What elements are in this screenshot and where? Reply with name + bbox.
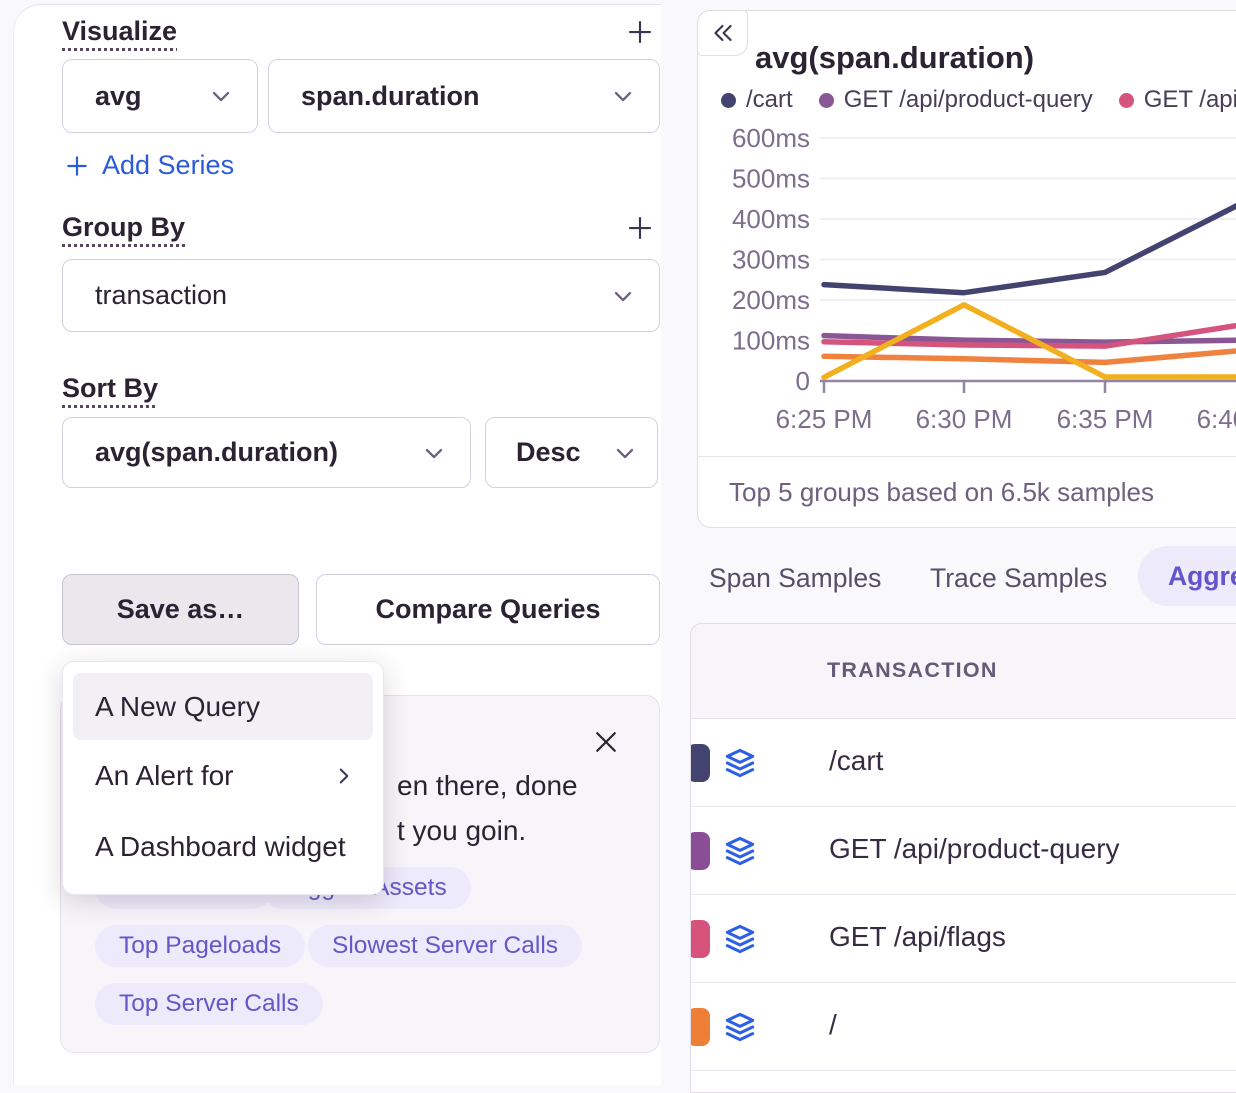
plus-icon — [625, 213, 655, 243]
svg-text:6:25 PM: 6:25 PM — [776, 404, 873, 434]
chevron-down-icon — [207, 82, 235, 110]
dismiss-panel-button[interactable] — [588, 724, 624, 760]
svg-text:200ms: 200ms — [732, 285, 810, 315]
group-by-heading: Group By — [62, 212, 185, 243]
transaction-cell[interactable]: GET /api/product-query — [829, 833, 1120, 865]
chevron-down-icon — [611, 439, 639, 467]
menu-item-new-query[interactable]: A New Query — [73, 673, 373, 740]
explore-spans-page: { "colors": { "accent_purple": "#6355cb"… — [0, 0, 1236, 1084]
svg-text:300ms: 300ms — [732, 245, 810, 275]
svg-text:6:35 PM: 6:35 PM — [1057, 404, 1154, 434]
legend-dot — [1119, 93, 1134, 108]
layers-icon — [724, 1011, 756, 1043]
compare-queries-label: Compare Queries — [375, 594, 600, 625]
double-chevron-left-icon — [709, 19, 737, 47]
save-as-button[interactable]: Save as… — [62, 574, 299, 645]
menu-item-label: A New Query — [95, 691, 260, 723]
sort-by-heading: Sort By — [62, 373, 158, 404]
suggested-query-pill[interactable]: Top Server Calls — [95, 983, 323, 1025]
table-row[interactable]: /cart — [691, 719, 1236, 807]
svg-text:6:40 PM: 6:40 PM — [1197, 404, 1236, 434]
promo-text-line1: en there, done — [397, 770, 578, 802]
aggregates-table: TRANSACTION /cart GET /api/product-query… — [690, 623, 1236, 1093]
chart-plot[interactable]: 600ms 500ms 400ms 300ms 200ms 100ms 0 6:25 PM 6:… — [697, 115, 1236, 445]
table-row[interactable]: / — [691, 983, 1236, 1071]
visualize-heading: Visualize — [62, 16, 177, 47]
svg-text:400ms: 400ms — [732, 204, 810, 234]
chevron-down-icon — [609, 282, 637, 310]
tab-aggregates-label: Aggregates — [1168, 561, 1236, 592]
field-select[interactable]: span.duration — [268, 59, 660, 133]
suggested-query-pill[interactable]: Top Pageloads — [95, 925, 305, 967]
svg-text:500ms: 500ms — [732, 164, 810, 194]
layers-icon — [724, 923, 756, 955]
tab-span-samples[interactable]: Span Samples — [709, 563, 881, 594]
legend-dot — [721, 93, 736, 108]
group-by-select-value: transaction — [95, 280, 227, 311]
svg-text:600ms: 600ms — [732, 123, 810, 153]
plus-icon — [625, 17, 655, 47]
svg-text:0: 0 — [796, 366, 810, 396]
sort-field-select[interactable]: avg(span.duration) — [62, 417, 471, 488]
field-select-value: span.duration — [301, 81, 480, 112]
chevron-right-icon — [331, 763, 357, 789]
table-row[interactable]: GET /api/product-query — [691, 807, 1236, 895]
series-color-bar — [690, 832, 710, 870]
svg-text:100ms: 100ms — [732, 326, 810, 356]
legend-item[interactable]: /cart — [721, 86, 793, 114]
save-as-label: Save as… — [117, 594, 245, 625]
add-group-by-button[interactable] — [622, 210, 658, 246]
chart-footer-text: Top 5 groups based on 6.5k samples — [729, 477, 1154, 508]
legend-label: /cart — [746, 86, 793, 114]
menu-item-label: A Dashboard widget — [95, 831, 346, 863]
series-color-bar — [690, 744, 710, 782]
column-header-transaction[interactable]: TRANSACTION — [827, 658, 998, 683]
add-series-button[interactable]: Add Series — [64, 150, 234, 181]
collapse-panel-button[interactable] — [697, 10, 748, 56]
chevron-down-icon — [609, 82, 637, 110]
chart-title: avg(span.duration) — [755, 40, 1034, 76]
svg-text:6:30 PM: 6:30 PM — [916, 404, 1013, 434]
chevron-down-icon — [420, 439, 448, 467]
group-by-select[interactable]: transaction — [62, 259, 660, 332]
layers-icon — [724, 747, 756, 779]
menu-item-alert[interactable]: An Alert for — [73, 740, 373, 810]
tab-aggregates[interactable]: Aggregates — [1138, 546, 1236, 606]
save-as-menu: A New Query An Alert for A Dashboard wid… — [62, 661, 384, 895]
sort-direction-value: Desc — [516, 437, 581, 468]
aggregate-select-value: avg — [95, 81, 142, 112]
chart-footer: Top 5 groups based on 6.5k samples — [697, 456, 1236, 527]
table-row[interactable]: GET /api/flags — [691, 895, 1236, 983]
legend-label: GET /api/product-query — [844, 86, 1093, 114]
series-color-bar — [690, 920, 710, 958]
tab-trace-samples[interactable]: Trace Samples — [930, 563, 1107, 594]
sort-direction-select[interactable]: Desc — [485, 417, 658, 488]
layers-icon — [724, 835, 756, 867]
aggregate-select[interactable]: avg — [62, 59, 258, 133]
add-visualize-button[interactable] — [622, 14, 658, 50]
legend-label: GET /api/flags — [1144, 86, 1236, 114]
legend-item[interactable]: GET /api/flags — [1119, 86, 1236, 114]
chart-legend: /cart GET /api/product-query GET /api/fl… — [721, 86, 1236, 114]
legend-item[interactable]: GET /api/product-query — [819, 86, 1093, 114]
compare-queries-button[interactable]: Compare Queries — [316, 574, 660, 645]
promo-text-line2: t you goin. — [397, 815, 526, 847]
series-color-bar — [690, 1008, 710, 1046]
plus-icon — [64, 153, 90, 179]
transaction-cell[interactable]: GET /api/flags — [829, 921, 1006, 953]
menu-item-dashboard-widget[interactable]: A Dashboard widget — [73, 811, 373, 883]
menu-item-label: An Alert for — [95, 760, 234, 792]
table-header-row: TRANSACTION — [691, 624, 1236, 719]
transaction-cell[interactable]: / — [829, 1009, 837, 1041]
suggested-query-pill[interactable]: Slowest Server Calls — [308, 925, 582, 967]
sort-field-select-value: avg(span.duration) — [95, 437, 338, 468]
close-icon — [591, 727, 621, 757]
add-series-label: Add Series — [102, 150, 234, 181]
transaction-cell[interactable]: /cart — [829, 745, 883, 777]
legend-dot — [819, 93, 834, 108]
